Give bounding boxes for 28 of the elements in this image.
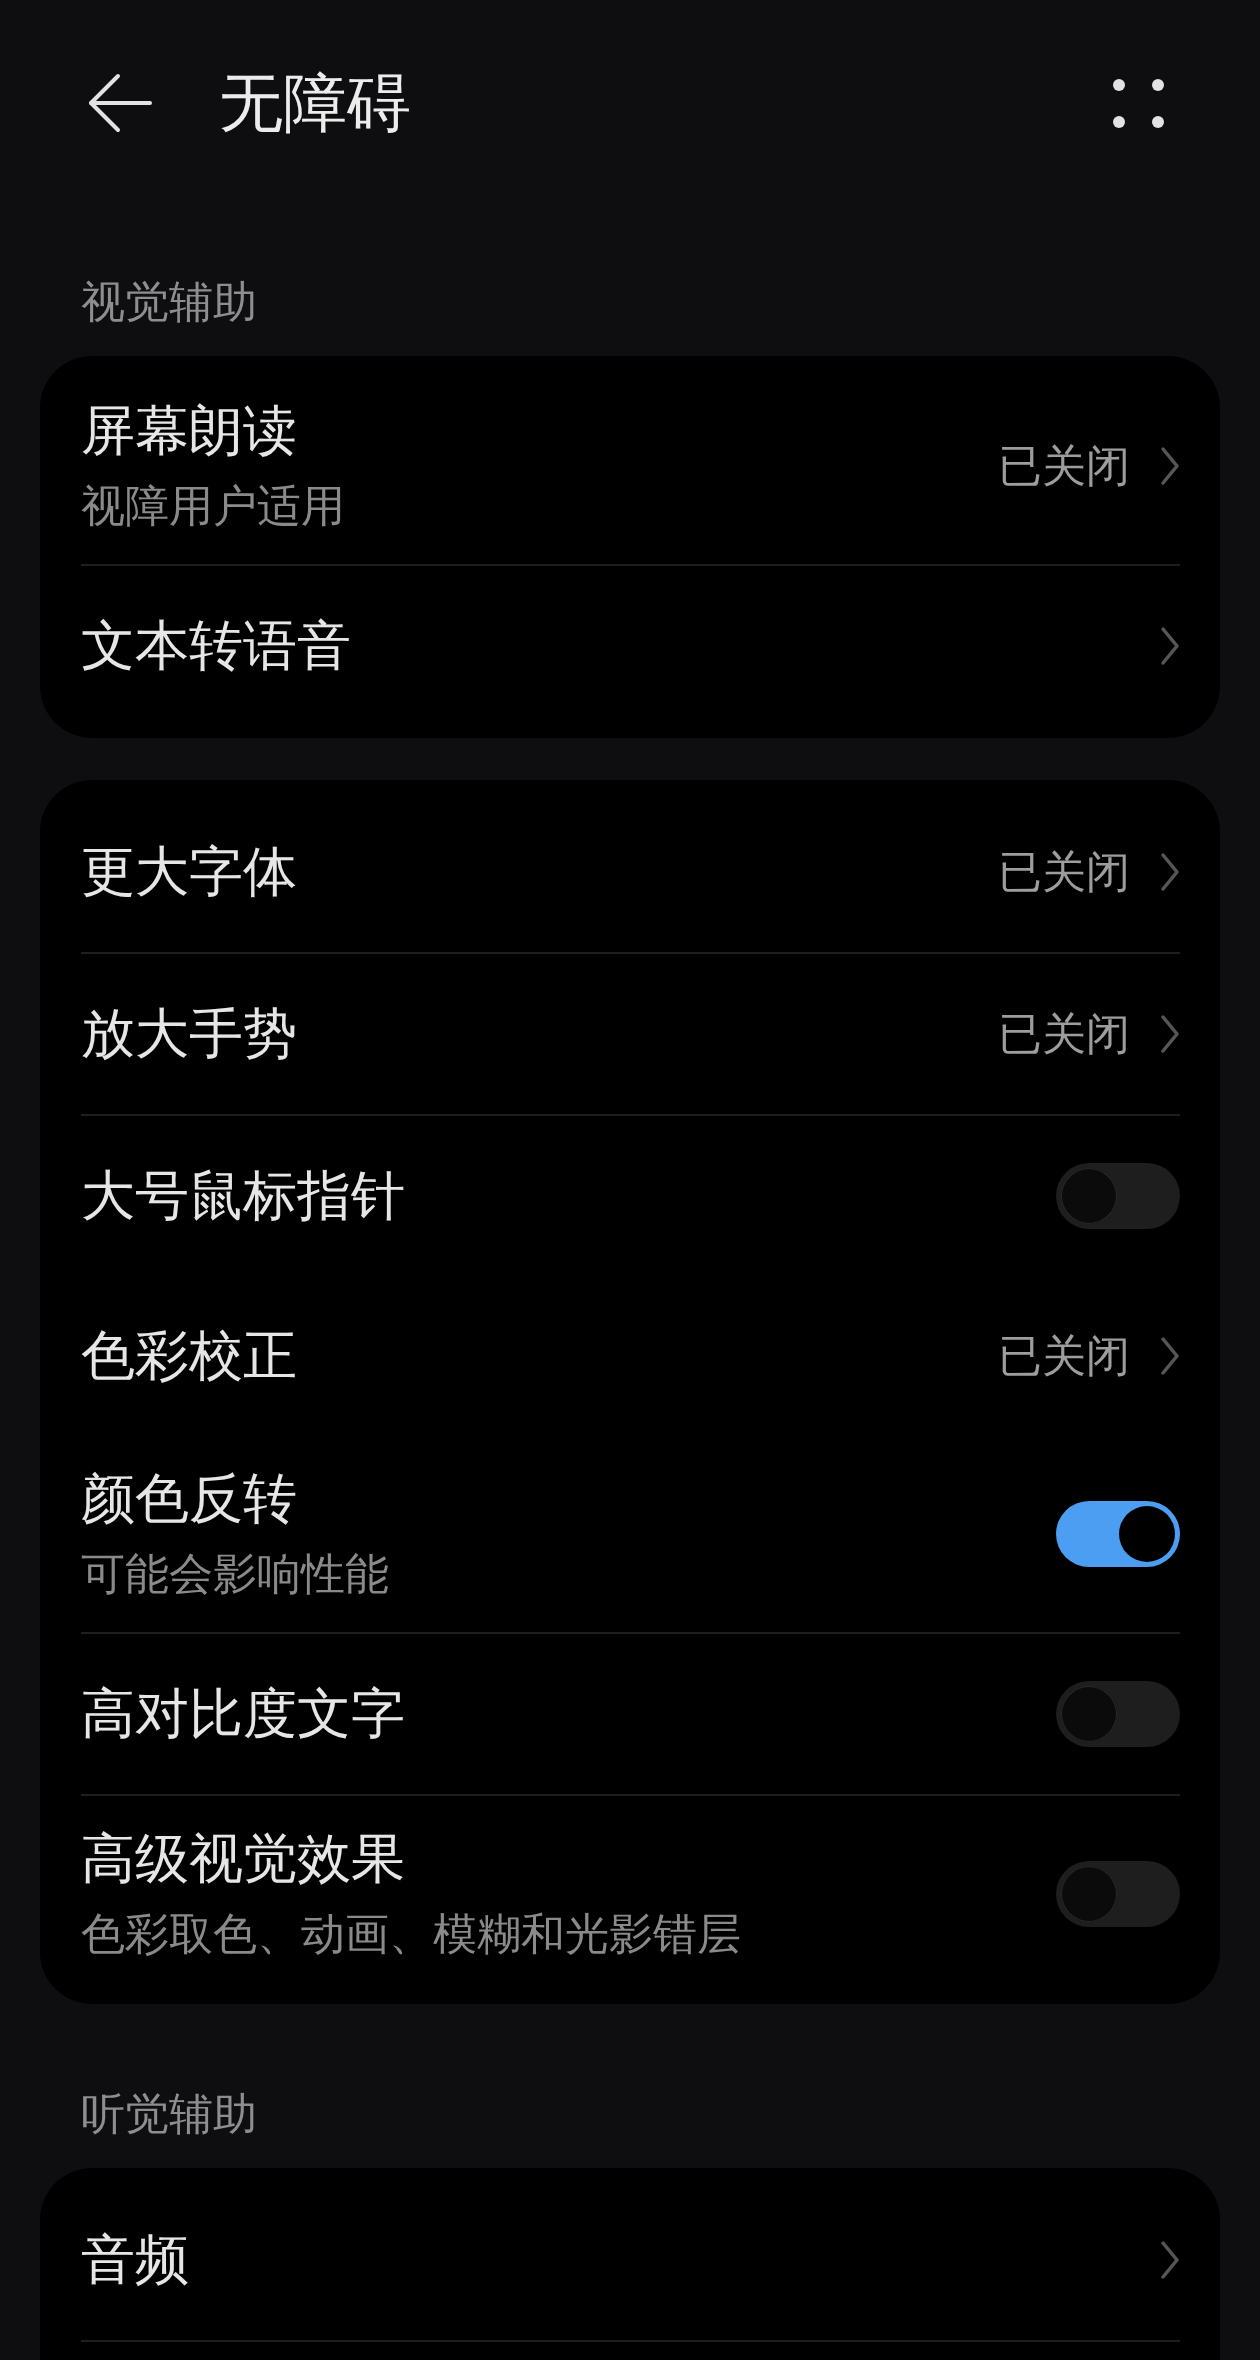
setting-label[interactable]: 高对比度文字 <box>81 1679 405 1749</box>
chevron-icon <box>1160 2240 1180 2280</box>
setting-label[interactable]: 色彩校正 <box>81 1321 297 1391</box>
chevron-icon <box>1160 626 1180 666</box>
setting-label[interactable]: 更大字体 <box>81 837 297 907</box>
status-value: 已关闭 <box>998 845 1130 899</box>
setting-label[interactable]: 大号鼠标指针 <box>81 1161 405 1231</box>
section-title: 听觉辅助 <box>81 2087 257 2141</box>
setting-label[interactable]: 高级视觉效果 <box>81 1824 405 1894</box>
chevron-icon <box>1160 446 1180 486</box>
back-icon[interactable] <box>87 73 153 133</box>
setting-label[interactable]: 音频 <box>81 2225 189 2295</box>
status-value: 已关闭 <box>998 439 1130 493</box>
setting-label[interactable]: 文本转语音 <box>81 611 351 681</box>
more-icon[interactable] <box>1113 78 1164 128</box>
setting-description: 视障用户适用 <box>81 479 345 533</box>
setting-label[interactable]: 屏幕朗读 <box>81 396 297 466</box>
setting-description: 可能会影响性能 <box>81 1547 389 1601</box>
status-value: 已关闭 <box>998 1329 1130 1383</box>
status-value: 已关闭 <box>998 1007 1130 1061</box>
chevron-icon <box>1160 1336 1180 1376</box>
setting-description: 色彩取色、动画、模糊和光影错层 <box>81 1907 741 1961</box>
chevron-icon <box>1160 1014 1180 1054</box>
section-title: 视觉辅助 <box>81 275 257 329</box>
setting-label[interactable]: 颜色反转 <box>81 1464 297 1534</box>
setting-label[interactable]: 放大手势 <box>81 999 297 1069</box>
page-title: 无障碍 <box>219 65 411 142</box>
chevron-icon <box>1160 852 1180 892</box>
